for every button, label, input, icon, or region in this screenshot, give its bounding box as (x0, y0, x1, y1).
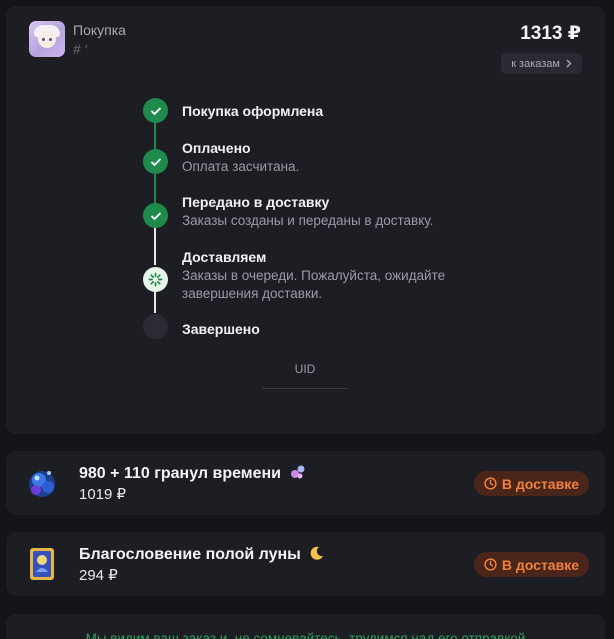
sparkle-icon (291, 465, 305, 479)
item-name-text: Благословение полой луны (79, 546, 301, 563)
status-badge: В доставке (473, 552, 589, 577)
uid-underline (262, 388, 348, 389)
item-price: 294 ₽ (79, 567, 118, 584)
status-text: В доставке (501, 475, 579, 492)
item-image (22, 463, 62, 503)
item-name: 980 + 110 гранул времени (79, 464, 307, 483)
check-icon (143, 203, 168, 228)
moon-icon (310, 546, 324, 560)
order-item: Благословение полой луны 294 ₽ В доставк… (6, 532, 605, 596)
chevron-right-icon (566, 59, 572, 68)
uid-label: UID (294, 362, 316, 376)
step-desc: Заказы созданы и переданы в доставку. (182, 213, 434, 228)
check-icon (143, 149, 168, 174)
item-name: Благословение полой луны (79, 545, 325, 564)
item-image (22, 544, 62, 584)
step-title: Завершено (182, 321, 260, 337)
status-text: В доставке (501, 556, 579, 573)
check-icon (143, 98, 168, 123)
step-desc: Заказы в очереди. Пожалуйста, ожидайте з… (182, 268, 446, 301)
order-item: 980 + 110 гранул времени 1019 ₽ В достав… (6, 451, 605, 515)
step-title: Передано в доставку (182, 194, 330, 210)
clock-icon (484, 558, 497, 571)
step-line (154, 289, 156, 313)
order-title: Покупка (73, 22, 126, 38)
step-title: Покупка оформлена (182, 103, 324, 119)
step-desc: Оплата засчитана. (182, 159, 300, 174)
pending-dot-icon (143, 314, 168, 339)
to-orders-label: к заказам (511, 57, 560, 70)
spinner-icon (143, 267, 168, 292)
item-price: 1019 ₽ (79, 486, 127, 503)
info-note: Мы видим ваш заказ и, не сомневайтесь, т… (6, 614, 605, 639)
item-name-text: 980 + 110 гранул времени (79, 465, 282, 482)
step-line (154, 121, 156, 149)
order-id: # ‘ (73, 41, 88, 57)
step-title: Доставляем (182, 249, 267, 265)
order-total: 1313 ₽ (520, 23, 581, 44)
order-avatar (29, 21, 65, 57)
step-title: Оплачено (182, 140, 251, 156)
note-text: Мы видим ваш заказ и, не сомневайтесь, т… (85, 631, 526, 639)
to-orders-button[interactable]: к заказам (501, 53, 582, 74)
clock-icon (484, 477, 497, 490)
order-card: Покупка # ‘ 1313 ₽ к заказам Покупка офо… (6, 6, 605, 434)
step-line (154, 225, 156, 265)
status-badge: В доставке (473, 471, 589, 496)
